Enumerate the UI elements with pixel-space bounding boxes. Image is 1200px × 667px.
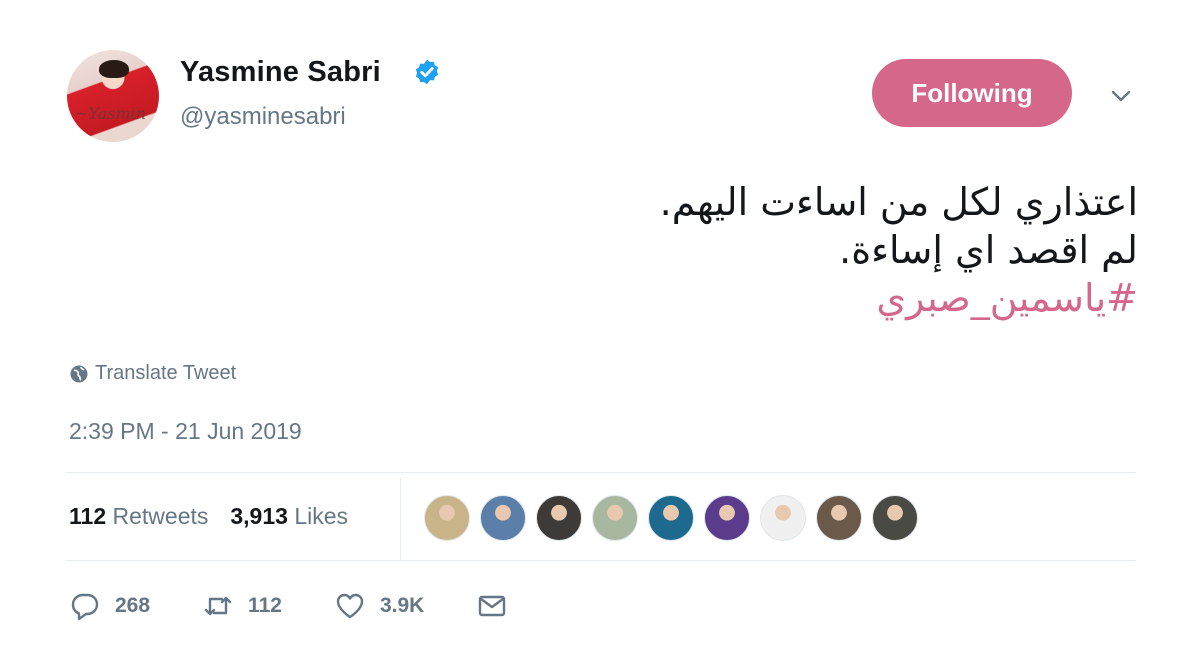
verified-badge-icon bbox=[415, 59, 439, 85]
avatar-hair bbox=[99, 60, 129, 78]
author-name[interactable]: Yasmine Sabri bbox=[180, 56, 381, 89]
author-avatar[interactable]: ~Yasmin bbox=[67, 50, 159, 142]
liker-avatar-9[interactable] bbox=[872, 495, 918, 541]
tweet-line-2: لم اقصد اي إساءة. bbox=[839, 228, 1138, 272]
liker-avatar-4[interactable] bbox=[592, 495, 638, 541]
liker-avatars bbox=[424, 495, 918, 541]
tweet-stats: 112 Retweets 3,913 Likes bbox=[69, 503, 348, 530]
tweet-actions: 268 112 3.9K bbox=[69, 590, 560, 622]
tweet-timestamp[interactable]: 2:39 PM - 21 Jun 2019 bbox=[69, 418, 302, 445]
retweet-count: 112 bbox=[248, 594, 282, 617]
divider-top bbox=[67, 472, 1136, 473]
retweet-icon bbox=[204, 596, 232, 616]
avatar-signature: ~Yasmin bbox=[75, 104, 147, 123]
hashtag-link[interactable]: #ياسمين_صبري bbox=[438, 274, 1138, 322]
direct-message-button[interactable] bbox=[476, 590, 508, 622]
globe-icon bbox=[70, 365, 88, 382]
liker-avatar-2[interactable] bbox=[480, 495, 526, 541]
chevron-down-icon[interactable] bbox=[1108, 86, 1134, 106]
tweet-line-1: اعتذاري لكل من اساءت اليهم. bbox=[659, 180, 1138, 224]
reply-icon bbox=[71, 593, 99, 621]
like-count: 3.9K bbox=[379, 594, 425, 617]
liker-avatar-8[interactable] bbox=[816, 495, 862, 541]
likes-label: Likes bbox=[294, 503, 349, 529]
liker-avatar-1[interactable] bbox=[424, 495, 470, 541]
reply-button[interactable]: 268 bbox=[69, 590, 150, 622]
translate-tweet-link[interactable]: Translate Tweet bbox=[69, 362, 236, 385]
author-handle[interactable]: @yasminesabri bbox=[180, 103, 346, 131]
liker-avatar-3[interactable] bbox=[536, 495, 582, 541]
retweets-label: Retweets bbox=[112, 503, 209, 529]
likes-count: 3,913 bbox=[230, 503, 288, 529]
heart-icon bbox=[336, 593, 364, 619]
liker-avatar-5[interactable] bbox=[648, 495, 694, 541]
following-button[interactable]: Following bbox=[872, 59, 1072, 127]
stats-vertical-divider bbox=[400, 478, 401, 560]
retweets-count: 112 bbox=[69, 503, 107, 529]
liker-avatar-6[interactable] bbox=[704, 495, 750, 541]
translate-label[interactable]: Translate Tweet bbox=[95, 362, 236, 385]
likes-stat[interactable]: 3,913 Likes bbox=[230, 503, 348, 530]
envelope-icon bbox=[479, 595, 506, 617]
like-button[interactable]: 3.9K bbox=[334, 590, 424, 622]
divider-bottom bbox=[67, 560, 1136, 561]
retweet-button[interactable]: 112 bbox=[202, 590, 282, 622]
liker-avatar-7[interactable] bbox=[760, 495, 806, 541]
tweet-text: اعتذاري لكل من اساءت اليهم. لم اقصد اي إ… bbox=[438, 178, 1138, 322]
retweets-stat[interactable]: 112 Retweets bbox=[69, 503, 208, 530]
reply-count: 268 bbox=[115, 594, 151, 617]
